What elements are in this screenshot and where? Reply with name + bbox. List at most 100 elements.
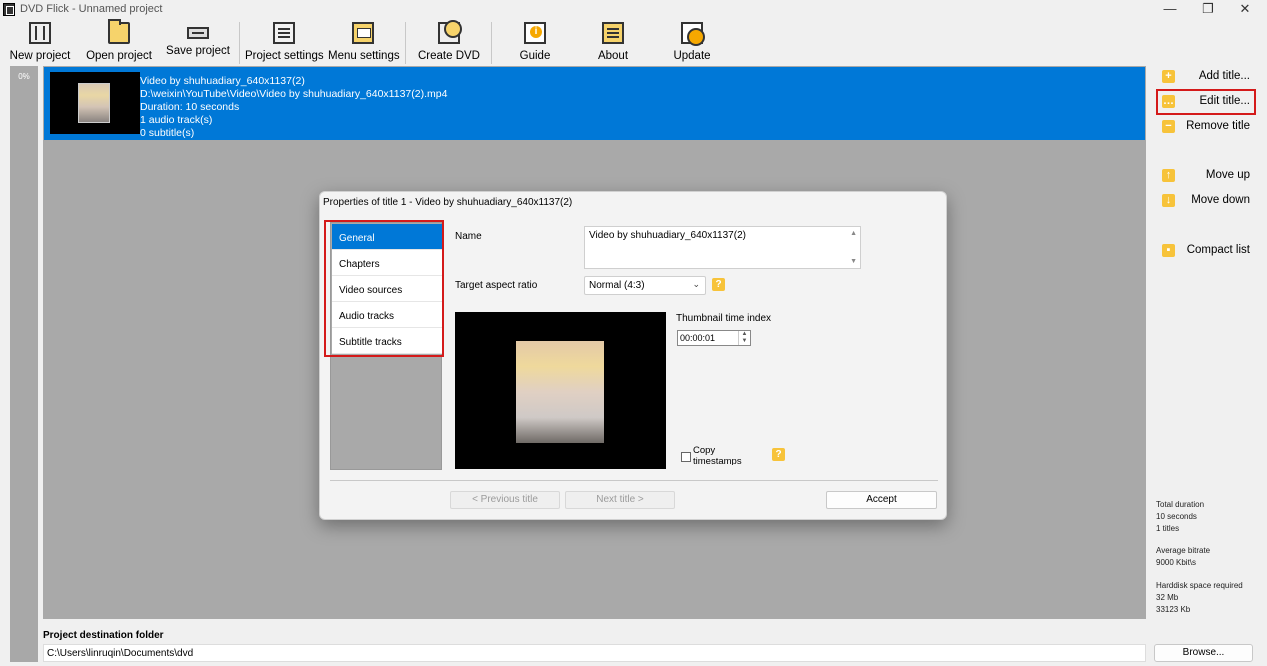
- name-label: Name: [455, 231, 482, 242]
- stats-bitrate: Average bitrate 9000 Kbit\s: [1156, 545, 1210, 569]
- open-project-label: Open project: [86, 50, 152, 62]
- toolbar-separator: [491, 22, 492, 64]
- arrow-down-icon: ↓: [1162, 194, 1175, 207]
- compact-icon: ▪: [1162, 244, 1175, 257]
- move-down-button[interactable]: ↓ Move down: [1158, 190, 1254, 212]
- window-title: DVD Flick - Unnamed project: [20, 3, 163, 15]
- about-label: About: [597, 50, 629, 62]
- edit-title-label: Edit title...: [1199, 95, 1251, 107]
- title-audio: 1 audio track(s): [140, 114, 213, 126]
- aspect-ratio-value: Normal (4:3): [589, 280, 645, 291]
- compact-list-button[interactable]: ▪ Compact list: [1158, 240, 1254, 262]
- stat-label: Average bitrate: [1156, 546, 1211, 555]
- app-icon: [3, 3, 15, 16]
- minimize-button[interactable]: —: [1155, 1, 1185, 19]
- stats-harddisk: Harddisk space required 32 Mb 33123 Kb: [1156, 580, 1243, 616]
- update-icon: [681, 22, 705, 46]
- move-up-button[interactable]: ↑ Move up: [1158, 165, 1254, 187]
- thumbnail-image: [78, 83, 110, 123]
- title-duration: Duration: 10 seconds: [140, 101, 240, 113]
- move-down-label: Move down: [1191, 194, 1250, 206]
- scroll-down-icon[interactable]: ▼: [850, 258, 857, 265]
- stats-duration: Total duration 10 seconds 1 titles: [1156, 499, 1204, 535]
- create-dvd-label: Create DVD: [418, 50, 480, 62]
- help-icon[interactable]: ?: [712, 278, 725, 291]
- new-project-label: New project: [9, 50, 71, 62]
- thumbnail-time-input[interactable]: 00:00:01 ▲ ▼: [677, 330, 751, 346]
- project-settings-label: Project settings: [245, 50, 324, 62]
- scroll-up-icon[interactable]: ▲: [850, 230, 857, 237]
- previous-title-button[interactable]: < Previous title: [450, 491, 560, 509]
- stat-value: 10 seconds: [1156, 512, 1197, 521]
- toolbar: New project Open project Save project Pr…: [0, 19, 1267, 66]
- stat-label: Harddisk space required: [1156, 581, 1243, 590]
- copy-timestamps-label: Copy timestamps: [693, 445, 742, 465]
- time-spinner[interactable]: ▲ ▼: [738, 331, 750, 345]
- name-field[interactable]: Video by shuhuadiary_640x1137(2) ▲ ▼: [584, 226, 861, 269]
- menu-icon: [352, 22, 374, 44]
- update-button[interactable]: Update: [667, 20, 717, 66]
- preview-image: [516, 341, 604, 443]
- toolbar-separator: [405, 22, 406, 64]
- minus-icon: −: [1162, 120, 1175, 133]
- folder-icon: [108, 19, 130, 44]
- save-icon: [187, 27, 209, 39]
- create-dvd-button[interactable]: Create DVD: [416, 20, 482, 66]
- about-icon: [602, 22, 624, 44]
- move-up-label: Move up: [1205, 169, 1250, 181]
- save-project-label: Save project: [166, 45, 230, 57]
- close-button[interactable]: ✕: [1230, 1, 1260, 19]
- destination-input[interactable]: C:\Users\linruqin\Documents\dvd: [43, 644, 1146, 662]
- tabs-highlight: [324, 220, 444, 357]
- aspect-ratio-select[interactable]: Normal (4:3) ⌄: [584, 276, 706, 295]
- browse-button[interactable]: Browse...: [1154, 644, 1253, 662]
- stat-value: 33123 Kb: [1156, 605, 1191, 614]
- title-subtitles: 0 subtitle(s): [140, 127, 195, 139]
- plus-icon: +: [1162, 70, 1175, 83]
- remove-title-label: Remove title: [1186, 120, 1250, 132]
- thumbnail-time-value: 00:00:01: [680, 333, 716, 343]
- dialog-divider: [330, 480, 938, 481]
- add-title-label: Add title...: [1198, 70, 1250, 82]
- name-value: Video by shuhuadiary_640x1137(2): [589, 230, 746, 241]
- stat-label: Total duration: [1156, 500, 1205, 509]
- open-project-button[interactable]: Open project: [84, 19, 154, 66]
- title-row[interactable]: Video by shuhuadiary_640x1137(2) D:\weix…: [44, 67, 1145, 140]
- stat-value: 32 Mb: [1156, 593, 1179, 602]
- edit-icon: …: [1162, 95, 1175, 108]
- chevron-down-icon: ⌄: [692, 279, 700, 289]
- progress-percent: 0%: [18, 72, 30, 81]
- dialog-title: Properties of title 1 - Video by shuhuad…: [323, 197, 573, 208]
- guide-label: Guide: [519, 50, 551, 62]
- about-button[interactable]: About: [588, 20, 638, 66]
- title-properties-dialog: Properties of title 1 - Video by shuhuad…: [319, 191, 947, 520]
- accept-button[interactable]: Accept: [826, 491, 937, 509]
- guide-button[interactable]: Guide: [510, 20, 560, 66]
- dvd-icon: [438, 20, 462, 44]
- new-project-button[interactable]: New project: [6, 20, 74, 66]
- update-label: Update: [673, 50, 711, 62]
- copy-timestamps-checkbox[interactable]: [681, 452, 691, 462]
- guide-icon: [524, 22, 546, 44]
- remove-title-button[interactable]: − Remove title: [1158, 116, 1254, 138]
- stat-value: 1 titles: [1156, 524, 1180, 533]
- edit-title-button[interactable]: … Edit title...: [1156, 89, 1256, 115]
- progress-bar: 0%: [10, 66, 38, 662]
- project-settings-button[interactable]: Project settings: [245, 20, 324, 66]
- stat-value: 9000 Kbit\s: [1156, 558, 1197, 567]
- destination-label: Project destination folder: [43, 630, 164, 641]
- add-title-button[interactable]: + Add title...: [1158, 66, 1254, 88]
- new-project-icon: [29, 22, 51, 44]
- aspect-ratio-label: Target aspect ratio: [455, 280, 538, 291]
- settings-icon: [272, 22, 295, 44]
- thumbnail-time-label: Thumbnail time index: [676, 313, 772, 324]
- next-title-button[interactable]: Next title >: [565, 491, 675, 509]
- arrow-up-icon: ↑: [1162, 169, 1175, 182]
- help-icon[interactable]: ?: [772, 448, 785, 461]
- title-bar: DVD Flick - Unnamed project — ❐ ✕: [0, 0, 1267, 20]
- maximize-button[interactable]: ❐: [1193, 1, 1223, 19]
- menu-settings-button[interactable]: Menu settings: [328, 20, 400, 66]
- title-thumbnail: [50, 72, 140, 134]
- title-name: Video by shuhuadiary_640x1137(2): [140, 75, 305, 87]
- save-project-button[interactable]: Save project: [166, 20, 230, 66]
